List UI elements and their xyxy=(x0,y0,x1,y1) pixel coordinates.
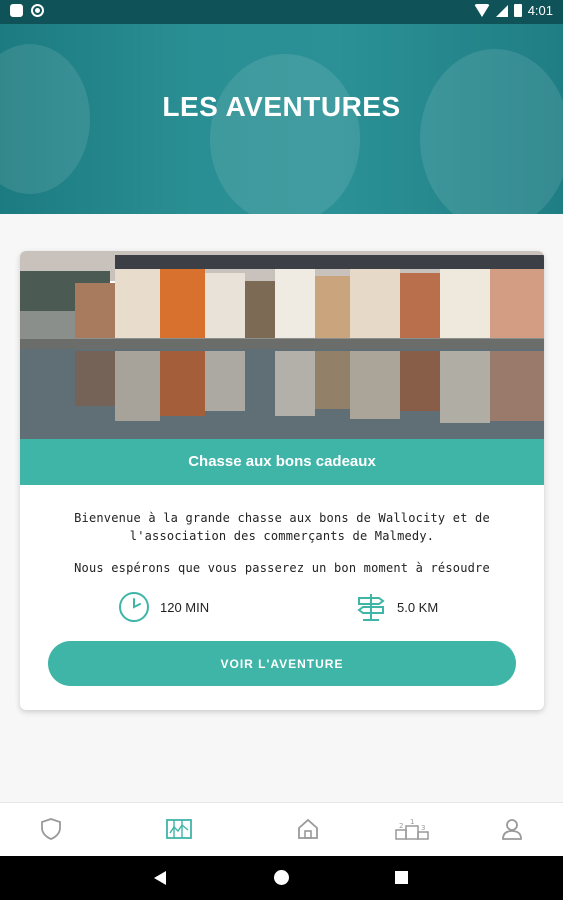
adventure-card[interactable]: Chasse aux bons cadeaux Bienvenue à la g… xyxy=(20,251,544,710)
adventure-description: Bienvenue à la grande chasse aux bons de… xyxy=(40,509,524,591)
signpost-icon xyxy=(357,594,385,621)
cellular-icon xyxy=(495,4,508,17)
wifi-icon xyxy=(473,4,490,17)
svg-text:1: 1 xyxy=(410,818,414,826)
nav-item-map[interactable] xyxy=(165,815,193,843)
nav-item-shield[interactable] xyxy=(37,815,65,843)
header-photo-face xyxy=(210,54,360,214)
svg-text:2: 2 xyxy=(399,822,403,830)
back-icon[interactable] xyxy=(154,871,166,885)
description-paragraph: Bienvenue à la grande chasse aux bons de… xyxy=(74,511,490,543)
page-title: LES AVENTURES xyxy=(162,91,401,122)
nav-item-ranking[interactable]: 2 1 3 xyxy=(395,815,429,843)
distance-stat: 5.0 KM xyxy=(355,591,438,623)
header-banner: LES AVENTURES xyxy=(0,24,563,214)
podium-icon: 2 1 3 xyxy=(395,818,429,840)
adventure-title: Chasse aux bons cadeaux xyxy=(20,439,544,485)
recent-apps-icon[interactable] xyxy=(395,871,408,884)
battery-icon xyxy=(513,4,522,17)
view-adventure-button[interactable]: VOIR L'AVENTURE xyxy=(48,641,516,686)
shield-icon xyxy=(41,818,61,840)
system-navigation-bar xyxy=(0,856,563,900)
nav-item-home[interactable] xyxy=(294,815,322,843)
duration-stat: 120 MIN xyxy=(118,591,209,623)
status-time: 4:01 xyxy=(527,3,553,18)
notification-circle-icon xyxy=(31,4,44,17)
status-bar: 4:01 xyxy=(0,0,563,24)
home-button-icon[interactable] xyxy=(274,870,289,885)
header-photo-face xyxy=(420,49,563,214)
adventure-photo xyxy=(20,251,544,439)
notification-square-icon xyxy=(10,4,23,17)
bottom-navigation: 2 1 3 xyxy=(0,802,563,857)
description-paragraph: Nous espérons que vous passerez un bon m… xyxy=(74,561,490,575)
svg-text:3: 3 xyxy=(421,824,425,832)
duration-value: 120 MIN xyxy=(160,599,210,615)
distance-value: 5.0 KM xyxy=(397,599,439,615)
nav-item-profile[interactable] xyxy=(498,815,526,843)
map-icon xyxy=(166,819,192,839)
user-icon xyxy=(502,819,522,840)
clock-icon xyxy=(119,592,149,622)
home-icon xyxy=(298,818,318,839)
